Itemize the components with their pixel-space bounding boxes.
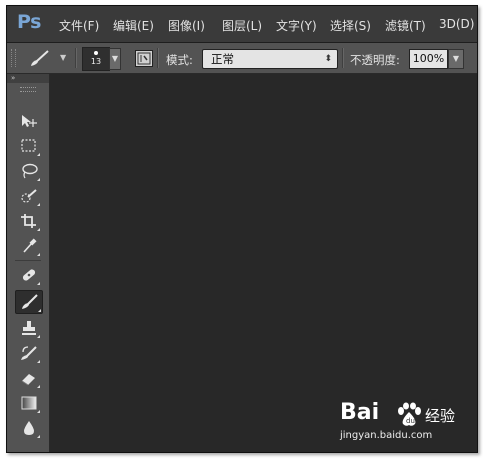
- eyedropper-tool-icon: [23, 238, 37, 253]
- options-divider: [75, 48, 77, 68]
- eraser-tool[interactable]: [15, 367, 41, 389]
- more-tools-indicator: [37, 178, 40, 181]
- options-bar-grip[interactable]: [11, 49, 16, 67]
- brush-tool[interactable]: [15, 290, 43, 314]
- spot-healing-tool-icon: [22, 269, 36, 281]
- menu-type[interactable]: 文字(Y): [276, 17, 317, 34]
- brush-picker-dropdown[interactable]: ▼: [109, 48, 121, 70]
- more-tools-indicator: [37, 385, 40, 388]
- app-logo: Ps: [17, 11, 41, 33]
- eraser-tool-icon: [21, 374, 35, 386]
- menu-filter[interactable]: 滤镜(T): [385, 17, 426, 34]
- clone-stamp-tool[interactable]: [15, 317, 41, 339]
- blend-mode-select[interactable]: 正常 ⬍: [202, 49, 338, 69]
- crop-tool[interactable]: [15, 210, 41, 232]
- brush-tip-icon: [94, 51, 98, 55]
- options-bar: ▼ 13 ▼ 模式: 正常 ⬍ 不透明度: 100% ▼: [7, 43, 477, 74]
- opacity-input[interactable]: 100%: [409, 49, 448, 69]
- menu-layer[interactable]: 图层(L): [222, 17, 262, 34]
- menu-bar: Ps 文件(F) 编辑(E) 图像(I) 图层(L) 文字(Y) 选择(S) 滤…: [7, 6, 477, 43]
- options-divider: [157, 48, 159, 68]
- tools-panel-grip[interactable]: [20, 87, 36, 92]
- eyedropper-tool[interactable]: [15, 235, 41, 257]
- select-arrows-icon: ⬍: [324, 54, 332, 64]
- watermark-logo-text: Bai: [340, 400, 380, 425]
- quick-selection-tool-icon: [21, 189, 37, 203]
- mode-label: 模式:: [166, 53, 193, 67]
- more-tools-indicator: [37, 282, 40, 285]
- more-tools-indicator: [37, 203, 40, 206]
- more-tools-indicator: [38, 309, 41, 312]
- more-tools-indicator: [37, 360, 40, 363]
- brush-tool-icon: [22, 294, 38, 309]
- menu-select[interactable]: 选择(S): [330, 17, 371, 34]
- more-tools-indicator: [37, 153, 40, 156]
- move-tool-icon: [22, 115, 37, 127]
- chevron-down-icon: ▼: [60, 53, 67, 62]
- move-tool[interactable]: [15, 110, 41, 132]
- more-tools-indicator: [37, 253, 40, 256]
- blur-tool[interactable]: [15, 417, 41, 439]
- tools-panel-collapse[interactable]: »: [7, 74, 49, 83]
- more-tools-indicator: [37, 435, 40, 438]
- watermark-url: jingyan.baidu.com: [340, 430, 433, 441]
- lasso-tool[interactable]: [15, 160, 41, 182]
- svg-text:du: du: [406, 417, 415, 425]
- blur-tool-icon: [24, 421, 34, 435]
- spot-healing-tool[interactable]: [15, 264, 41, 286]
- brush-panel-icon: [137, 52, 151, 65]
- opacity-slider-dropdown[interactable]: ▼: [448, 49, 464, 69]
- brush-icon: [31, 50, 49, 66]
- quick-selection-tool[interactable]: [15, 185, 41, 207]
- brush-panel-toggle[interactable]: [135, 50, 153, 67]
- marquee-tool-icon: [21, 139, 36, 152]
- crop-tool-icon: [21, 214, 36, 228]
- opacity-label: 不透明度:: [350, 53, 400, 67]
- tool-group-divider: [15, 260, 41, 261]
- options-divider: [342, 48, 344, 68]
- tools-panel: »: [7, 74, 50, 452]
- document-canvas-area[interactable]: [50, 74, 477, 452]
- marquee-tool[interactable]: [15, 135, 41, 157]
- menu-image[interactable]: 图像(I): [168, 17, 205, 34]
- more-tools-indicator: [37, 410, 40, 413]
- menu-edit[interactable]: 编辑(E): [113, 17, 154, 34]
- brush-size-preview[interactable]: 13: [82, 47, 110, 71]
- menu-file[interactable]: 文件(F): [59, 17, 99, 34]
- menu-3d[interactable]: 3D(D): [439, 17, 474, 31]
- watermark-brand-text: 经验: [425, 407, 456, 425]
- gradient-tool[interactable]: [15, 392, 41, 414]
- lasso-tool-icon: [22, 163, 38, 179]
- brush-size-value: 13: [90, 57, 102, 66]
- tool-preset-picker[interactable]: ▼: [28, 49, 74, 67]
- blend-mode-value: 正常: [211, 52, 234, 66]
- more-tools-indicator: [37, 228, 40, 231]
- clone-stamp-tool-icon: [22, 321, 36, 335]
- photoshop-window: Ps 文件(F) 编辑(E) 图像(I) 图层(L) 文字(Y) 选择(S) 滤…: [6, 5, 478, 453]
- gradient-tool-icon: [21, 396, 37, 410]
- more-tools-indicator: [37, 335, 40, 338]
- history-brush-tool-icon: [21, 346, 37, 360]
- baidu-jingyan-watermark: Bai du 经验 jingyan.baidu.com: [336, 400, 461, 448]
- baidu-paw-icon: du: [398, 402, 421, 426]
- history-brush-tool[interactable]: [15, 342, 41, 364]
